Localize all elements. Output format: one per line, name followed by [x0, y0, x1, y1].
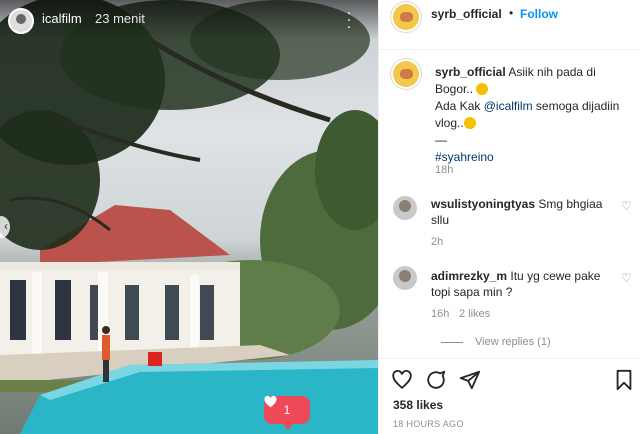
- story-avatar[interactable]: [8, 8, 34, 34]
- caption-username[interactable]: syrb_official: [435, 65, 506, 79]
- emoji-icon: [463, 117, 476, 129]
- emoji-icon: [476, 83, 489, 95]
- separator-dot: •: [509, 6, 514, 20]
- comment-time[interactable]: 2h: [431, 236, 443, 248]
- comment-time[interactable]: 16h: [431, 308, 449, 320]
- like-notification: 1: [264, 396, 310, 430]
- post-timestamp[interactable]: 18 HOURS AGO: [393, 419, 464, 429]
- comment-username[interactable]: wsulistyoningtyas: [431, 197, 535, 211]
- header-username[interactable]: syrb_official: [431, 7, 502, 21]
- caption: syrb_official Asiik nih pada di Bogor.. …: [435, 64, 635, 166]
- post-photo[interactable]: icalfilm 23 menit · · · ‹ 1: [0, 0, 378, 434]
- comment-icon[interactable]: [425, 369, 447, 391]
- heart-icon: [264, 396, 277, 408]
- caption-separator: —: [435, 133, 447, 147]
- post-side-panel: syrb_official • Follow syrb_official Asi…: [378, 0, 640, 434]
- follow-button[interactable]: Follow: [520, 7, 558, 21]
- more-icon[interactable]: · · ·: [344, 5, 354, 34]
- heart-icon[interactable]: [391, 369, 413, 391]
- caption-avatar[interactable]: [393, 61, 419, 87]
- post-actions: 358 likes 18 HOURS AGO: [379, 358, 640, 434]
- caption-time[interactable]: 18h: [435, 164, 453, 176]
- comment-avatar[interactable]: [393, 266, 417, 290]
- like-notification-count: 1: [283, 403, 291, 417]
- like-count[interactable]: 358 likes: [393, 398, 443, 412]
- caption-line2-prefix: Ada Kak: [435, 99, 481, 113]
- caption-hashtag[interactable]: #syahreino: [435, 150, 494, 164]
- photo-scene: [0, 0, 378, 434]
- comment: wsulistyoningtyas Smg bhgiaa sllu: [431, 196, 611, 228]
- bookmark-icon[interactable]: [613, 369, 635, 391]
- avatar[interactable]: [393, 4, 419, 30]
- share-icon[interactable]: [459, 369, 481, 391]
- comment-likes[interactable]: 2 likes: [459, 308, 490, 320]
- comment-like-icon[interactable]: ♡: [621, 271, 632, 285]
- post-header: syrb_official • Follow: [379, 0, 640, 50]
- comment-avatar[interactable]: [393, 196, 417, 220]
- story-username[interactable]: icalfilm: [42, 11, 82, 26]
- comment: adimrezky_m Itu yg cewe pake topi sapa m…: [431, 268, 611, 300]
- caption-mention[interactable]: @icalfilm: [484, 99, 533, 113]
- story-time: 23 menit: [95, 11, 145, 26]
- view-replies-button[interactable]: View replies (1): [441, 336, 551, 348]
- comment-like-icon[interactable]: ♡: [621, 199, 632, 213]
- comment-username[interactable]: adimrezky_m: [431, 269, 507, 283]
